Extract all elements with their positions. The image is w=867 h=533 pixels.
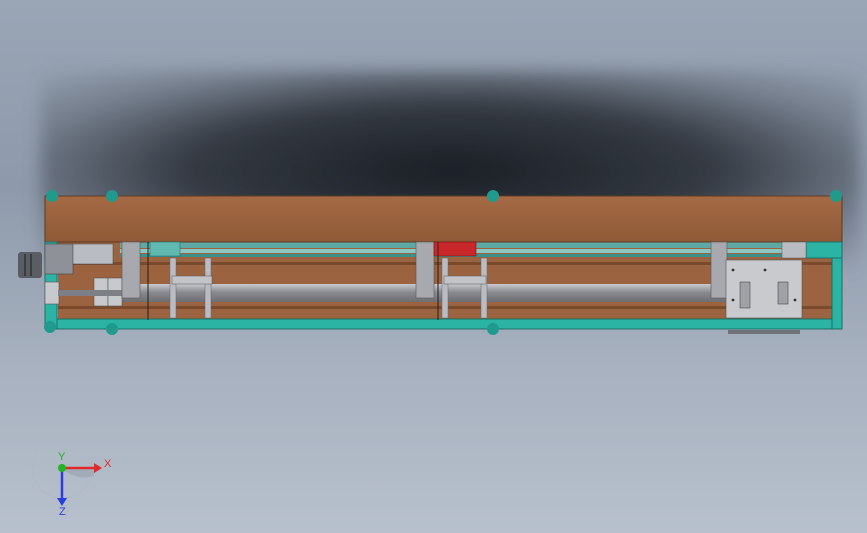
bolt: [731, 298, 735, 302]
frame-bottom-rail: [44, 318, 843, 330]
red-block[interactable]: [433, 241, 477, 257]
x-axis-label: X: [104, 458, 112, 470]
tensioner-slot: [739, 281, 751, 309]
y-axis-label: Y: [58, 451, 66, 463]
bracket-plate: [72, 243, 114, 265]
conveyor-assembly[interactable]: [18, 190, 843, 335]
support-post: [169, 257, 177, 319]
model-canvas[interactable]: X Y Z: [0, 0, 867, 533]
caster-foot: [44, 321, 56, 333]
gearbox: [44, 243, 74, 275]
tensioner-slot: [777, 281, 789, 305]
support-post: [441, 257, 449, 319]
motor-fins: [24, 254, 26, 276]
bearing-block: [44, 281, 60, 305]
orientation-triad: X Y Z: [31, 437, 112, 518]
top-wood-plate: [44, 195, 843, 243]
clamp-plate: [443, 275, 487, 285]
tensioner-bracket: [781, 241, 807, 259]
caster-foot: [487, 323, 499, 335]
caster-foot: [46, 190, 58, 202]
support-plate-right: [710, 241, 728, 299]
teal-block-left: [149, 241, 181, 257]
z-axis-label: Z: [59, 506, 66, 518]
frame-top-right: [805, 241, 843, 259]
clamp-plate: [171, 275, 213, 285]
caster-foot: [487, 190, 499, 202]
support-post: [480, 257, 488, 319]
caster-foot: [106, 190, 118, 202]
foot-plate: [728, 330, 800, 334]
z-axis-arrow: [57, 498, 67, 506]
tensioner-housing: [725, 259, 803, 319]
support-plate-left: [121, 241, 141, 299]
bolt: [763, 268, 767, 272]
caster-foot: [830, 190, 842, 202]
motor-fins: [30, 254, 32, 276]
bolt: [731, 268, 735, 272]
shaft: [58, 290, 122, 296]
caster-foot: [106, 323, 118, 335]
bolt: [793, 298, 797, 302]
x-axis-arrow: [94, 463, 102, 473]
graphics-viewport[interactable]: X Y Z: [0, 0, 867, 533]
support-plate-mid: [415, 241, 435, 299]
y-axis-dot: [58, 464, 66, 472]
triad-shadow-arc: [62, 468, 94, 478]
support-post: [204, 257, 212, 319]
